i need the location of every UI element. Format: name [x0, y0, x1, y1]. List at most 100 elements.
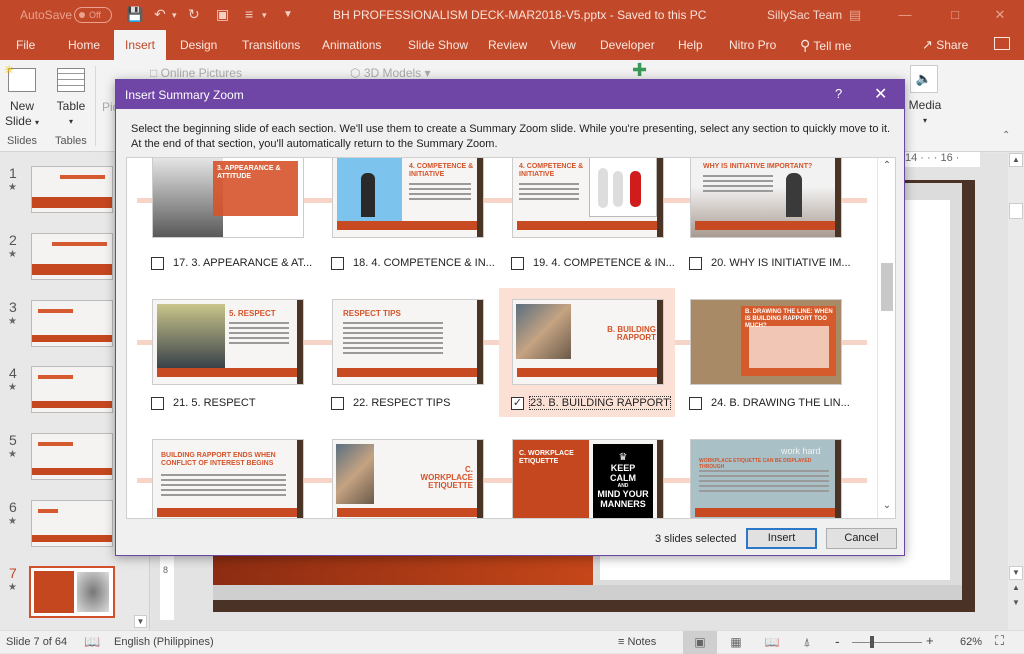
tab-transitions[interactable]: Transitions	[234, 30, 308, 60]
scroll-up-icon[interactable]: ▲	[1009, 153, 1023, 167]
slide-label[interactable]: 18. 4. COMPETENCE & IN...	[353, 257, 495, 269]
slide-thumbnail-6[interactable]	[31, 500, 113, 547]
maximize-icon[interactable]: □	[940, 4, 970, 26]
slide-card-27[interactable]: C. WORKPLACE ETIQUETTE ♛ KEEP CALM AND M…	[512, 439, 664, 518]
bullets-dropdown-icon[interactable]: ▾	[262, 10, 267, 21]
slide-label[interactable]: 20. WHY IS INITIATIVE IM...	[711, 257, 851, 269]
tab-animations[interactable]: Animations	[314, 30, 389, 60]
slide-label[interactable]: 22. RESPECT TIPS	[353, 397, 450, 409]
slide-thumbnail-3[interactable]	[31, 300, 113, 347]
slide-card-19[interactable]: 4. COMPETENCE & INITIATIVE	[512, 158, 664, 238]
slide-checkbox-21[interactable]	[151, 397, 164, 410]
zoom-percent[interactable]: 62%	[960, 636, 982, 648]
slide-checkbox-23[interactable]: ✓	[511, 397, 524, 410]
slide-card-22[interactable]: RESPECT TIPS	[332, 299, 484, 385]
slide-label[interactable]: 17. 3. APPEARANCE & AT...	[173, 257, 312, 269]
ribbon-display-icon[interactable]: ▤	[840, 4, 870, 26]
add-icon[interactable]: ✚	[632, 60, 647, 81]
tab-home[interactable]: Home	[60, 30, 108, 60]
user-name[interactable]: SillySac Team	[767, 8, 842, 22]
close-icon[interactable]: ✕	[874, 84, 887, 104]
insert-button[interactable]: Insert	[746, 528, 817, 549]
table-icon[interactable]	[57, 68, 85, 92]
help-icon[interactable]: ?	[835, 86, 842, 101]
slide-checkbox-22[interactable]	[331, 397, 344, 410]
vertical-scrollbar[interactable]	[1008, 153, 1024, 630]
media-button[interactable]: Media ▾	[905, 98, 945, 128]
online-pictures-button[interactable]: □ Online Pictures	[150, 66, 242, 80]
tell-me-search[interactable]: ⚲ Tell me	[800, 30, 851, 60]
slide-thumbnail-4[interactable]	[31, 366, 113, 413]
previous-slide-icon[interactable]: ▲	[1009, 582, 1023, 596]
tab-help[interactable]: Help	[670, 30, 711, 60]
slide-checkbox-18[interactable]	[331, 257, 344, 270]
slide-card-17[interactable]: 3. APPEARANCE & ATTITUDE	[152, 158, 304, 238]
zoom-in-icon[interactable]: +	[926, 633, 934, 648]
next-slide-icon[interactable]: ▼	[1009, 597, 1023, 611]
slide-label[interactable]: 21. 5. RESPECT	[173, 397, 256, 409]
close-window-icon[interactable]: ✕	[985, 4, 1015, 26]
tab-nitro-pro[interactable]: Nitro Pro	[721, 30, 784, 60]
3d-models-button[interactable]: ⬡ 3D Models ▾	[350, 66, 431, 80]
present-icon[interactable]: ▣	[216, 6, 229, 23]
slide-thumbnail-2[interactable]	[31, 233, 113, 280]
share-button[interactable]: ↗ Share	[922, 30, 968, 60]
spelling-check-icon[interactable]: 📖	[84, 634, 100, 650]
slide-card-21[interactable]: 5. RESPECT	[152, 299, 304, 385]
undo-dropdown-icon[interactable]: ▾	[172, 10, 177, 21]
language-indicator[interactable]: English (Philippines)	[114, 636, 214, 648]
new-slide-button[interactable]: New Slide ▾	[4, 99, 40, 130]
tab-insert[interactable]: Insert	[114, 30, 166, 60]
zoom-slider-thumb[interactable]	[870, 636, 874, 648]
normal-view-icon[interactable]: ▣	[683, 631, 717, 654]
grid-scroll-down-icon[interactable]: ⌄	[878, 500, 895, 516]
grid-scroll-up-icon[interactable]: ⌃	[878, 160, 895, 176]
redo-icon[interactable]: ↻	[188, 6, 200, 23]
collapse-ribbon-icon[interactable]: ⌃	[1002, 130, 1010, 141]
slide-checkbox-19[interactable]	[511, 257, 524, 270]
tab-developer[interactable]: Developer	[592, 30, 663, 60]
scroll-thumb[interactable]	[1009, 203, 1023, 219]
save-icon[interactable]: 💾	[126, 6, 143, 23]
table-button[interactable]: Table ▾	[52, 99, 90, 129]
reading-view-icon[interactable]: 📖	[755, 631, 789, 654]
tab-file[interactable]: File	[8, 30, 43, 60]
audio-icon[interactable]: 🔈	[910, 65, 938, 93]
comments-icon[interactable]	[994, 37, 1010, 50]
slide-card-24[interactable]: B. DRAWING THE LINE: WHEN IS BUILDING RA…	[690, 299, 842, 385]
slide-label[interactable]: 24. B. DRAWING THE LIN...	[711, 397, 850, 409]
slide-card-28[interactable]: work hard WORKPLACE ETIQUETTE CAN BE DIS…	[690, 439, 842, 518]
slide-thumbnail-1[interactable]	[31, 166, 113, 213]
undo-icon[interactable]: ↶	[154, 6, 166, 23]
slide-sorter-view-icon[interactable]: ▦	[719, 631, 753, 654]
tab-view[interactable]: View	[542, 30, 584, 60]
cancel-button[interactable]: Cancel	[826, 528, 897, 549]
notes-button[interactable]: ≡ Notes	[618, 636, 656, 648]
panel-scroll-down-icon[interactable]: ▼	[134, 615, 147, 628]
grid-scrollbar[interactable]: ⌃ ⌄	[877, 158, 895, 518]
slide-show-view-icon[interactable]: ⍋	[790, 631, 824, 654]
slide-checkbox-20[interactable]	[689, 257, 702, 270]
minimize-icon[interactable]: —	[890, 4, 920, 26]
zoom-out-icon[interactable]: -	[835, 633, 840, 649]
slide-card-26[interactable]: C. WORKPLACE ETIQUETTE	[332, 439, 484, 518]
slide-card-20[interactable]: WHY IS INITIATIVE IMPORTANT?	[690, 158, 842, 238]
tab-design[interactable]: Design	[172, 30, 225, 60]
scroll-down-icon[interactable]: ▼	[1009, 566, 1023, 580]
bullets-icon[interactable]: ≡	[245, 6, 253, 22]
autosave-toggle[interactable]: Off	[74, 7, 112, 23]
tab-review[interactable]: Review	[480, 30, 535, 60]
slide-card-23[interactable]: B. BUILDING RAPPORT	[512, 299, 664, 385]
slide-label[interactable]: 23. B. BUILDING RAPPORT	[529, 396, 671, 410]
fit-to-window-icon[interactable]: ⛶	[995, 633, 1004, 649]
slide-checkbox-17[interactable]	[151, 257, 164, 270]
slide-checkbox-24[interactable]	[689, 397, 702, 410]
slide-card-18[interactable]: 4. COMPETENCE & INITIATIVE	[332, 158, 484, 238]
zoom-slider[interactable]	[852, 642, 922, 643]
slide-thumbnail-7[interactable]	[29, 566, 115, 618]
slide-card-25[interactable]: BUILDING RAPPORT ENDS WHEN CONFLICT OF I…	[152, 439, 304, 518]
customize-toolbar-icon[interactable]: ▼	[283, 9, 293, 20]
grid-scroll-thumb[interactable]	[881, 263, 893, 311]
tab-slide-show[interactable]: Slide Show	[400, 30, 476, 60]
slide-label[interactable]: 19. 4. COMPETENCE & IN...	[533, 257, 675, 269]
